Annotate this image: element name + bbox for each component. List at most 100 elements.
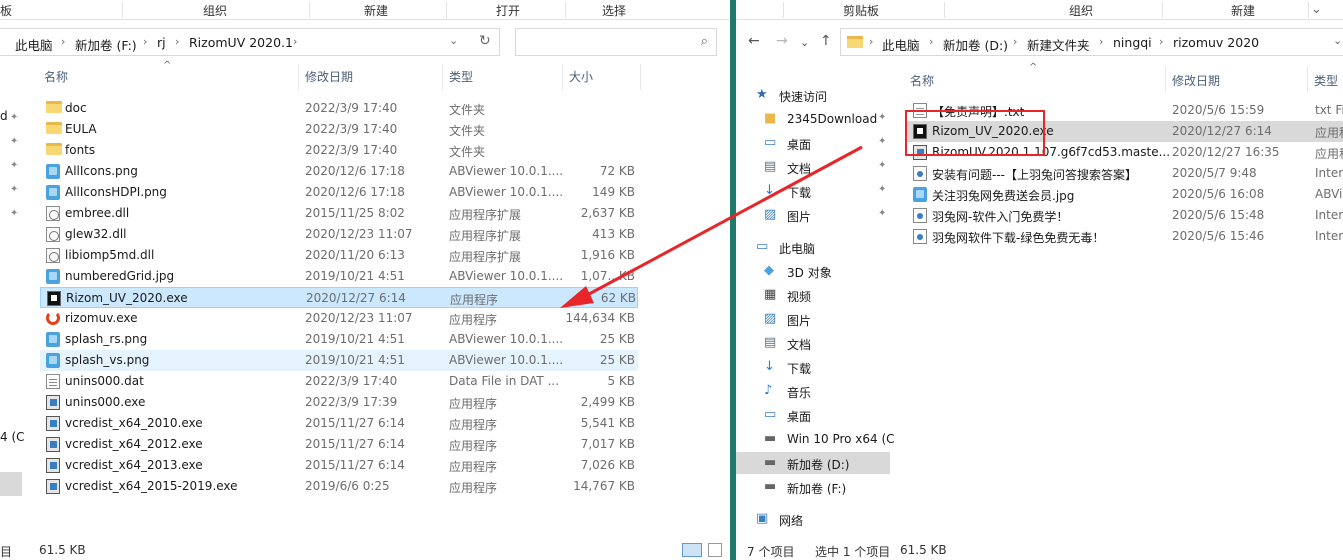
nav-item-label: 下载: [787, 362, 812, 376]
address-bar[interactable]: › 此电脑 › 新加卷 (D:) › 新建文件夹 › ningqi › rizo…: [840, 28, 1343, 56]
file-row[interactable]: doc 2022/3/9 17:40 文件夹: [40, 98, 638, 119]
column-header-name[interactable]: 名称: [910, 72, 934, 89]
nav-item[interactable]: ▦ 视频: [736, 284, 890, 306]
recent-locations-chevron-icon[interactable]: ⌄: [800, 36, 809, 49]
file-row[interactable]: splash_rs.png 2019/10/21 4:51 ABViewer 10.…: [40, 329, 638, 350]
nav-item-label[interactable]: 4 (C: [0, 430, 25, 444]
file-row[interactable]: fonts 2022/3/9 17:40 文件夹: [40, 140, 638, 161]
search-icon: ⌕: [700, 34, 708, 49]
up-arrow-icon[interactable]: ↑: [820, 33, 832, 49]
file-date: 2020/12/23 11:07: [305, 311, 413, 325]
nav-item[interactable]: ▤ 文档: [736, 332, 890, 354]
file-date: 2022/3/9 17:40: [305, 101, 398, 115]
refresh-icon[interactable]: ↻: [479, 33, 491, 49]
nav-item[interactable]: ▭ 桌面 ✦: [736, 132, 890, 154]
breadcrumb-item[interactable]: 新建文件夹: [1027, 35, 1090, 54]
png-file-icon: [46, 164, 60, 179]
file-type: 应用程序: [449, 460, 498, 474]
nav-item[interactable]: ■ 2345Download ✦: [736, 108, 890, 130]
column-header-type[interactable]: 类型: [449, 68, 473, 85]
nav-item[interactable]: ♪ 音乐: [736, 380, 890, 402]
breadcrumb-item[interactable]: ningqi: [1113, 35, 1152, 50]
search-input[interactable]: ⌕: [515, 28, 717, 56]
doc-icon: ▤: [764, 335, 777, 350]
ribbon-group[interactable]: 板: [0, 2, 12, 19]
breadcrumb-item[interactable]: rizomuv 2020: [1173, 35, 1259, 50]
file-date: 2020/5/6 16:08: [1172, 187, 1265, 201]
file-row[interactable]: libiomp5md.dll 2020/11/20 6:13 应用程序扩展 1,916…: [40, 245, 638, 266]
file-row[interactable]: vcredist_x64_2015-2019.exe 2019/6/6 0:25 应…: [40, 476, 638, 497]
file-row[interactable]: 安装有问题---【上羽兔问答搜索答案】 2020/5/7 9:48 Intern: [906, 163, 1343, 184]
back-arrow-icon[interactable]: ←: [748, 33, 760, 49]
column-header-date[interactable]: 修改日期: [1172, 72, 1220, 89]
ribbon-expand-icon[interactable]: ⌄: [1311, 2, 1322, 17]
nav-item[interactable]: ◆ 3D 对象: [736, 260, 890, 282]
ribbon-group[interactable]: 组织: [1069, 2, 1093, 19]
file-row[interactable]: vcredist_x64_2013.exe 2015/11/27 6:14 应用程序…: [40, 455, 638, 476]
file-row[interactable]: 关注羽兔网免费送会员.jpg 2020/5/6 16:08 ABVi: [906, 184, 1343, 205]
ribbon-group[interactable]: 剪贴板: [843, 2, 879, 19]
nav-item[interactable]: ▤ 文档 ✦: [736, 156, 890, 178]
chevron-down-icon[interactable]: ⌄: [1333, 34, 1342, 47]
nav-item[interactable]: ▭ 桌面: [736, 404, 890, 426]
nav-item[interactable]: ↓ 下载 ✦: [736, 180, 890, 202]
column-header-name[interactable]: 名称: [44, 68, 68, 85]
breadcrumb-item[interactable]: 新加卷 (D:): [943, 35, 1008, 54]
file-name: 关注羽兔网免费送会员.jpg: [932, 189, 1075, 203]
sort-up-icon: ^: [1029, 62, 1038, 73]
dll-file-icon: [46, 248, 60, 263]
folder-file-icon: [46, 122, 62, 134]
file-row[interactable]: Rizom_UV_2020.exe 2020/12/27 6:14 应用程序 62 K…: [40, 287, 638, 308]
chevron-down-icon[interactable]: ⌄: [449, 34, 458, 47]
nav-item[interactable]: ★ 快速访问: [736, 84, 890, 106]
nav-item-label: 桌面: [787, 410, 812, 424]
breadcrumb-item[interactable]: 新加卷 (F:): [75, 35, 137, 54]
file-row[interactable]: EULA 2022/3/9 17:40 文件夹: [40, 119, 638, 140]
forward-arrow-icon[interactable]: →: [776, 33, 788, 49]
column-header-type[interactable]: 类型: [1314, 72, 1338, 89]
file-row[interactable]: embree.dll 2015/11/25 8:02 应用程序扩展 2,637 KB: [40, 203, 638, 224]
file-row[interactable]: vcredist_x64_2010.exe 2015/11/27 6:14 应用程序…: [40, 413, 638, 434]
file-row[interactable]: splash_vs.png 2019/10/21 4:51 ABViewer 10.…: [40, 350, 638, 371]
file-row[interactable]: unins000.dat 2022/3/9 17:40 Data File in D…: [40, 371, 638, 392]
nav-item-selected[interactable]: [0, 472, 22, 496]
nav-item[interactable]: ▨ 图片: [736, 308, 890, 330]
nav-item[interactable]: ▨ 图片 ✦: [736, 204, 890, 226]
breadcrumb-item[interactable]: 此电脑: [882, 35, 920, 54]
breadcrumb-item[interactable]: 此电脑: [15, 35, 53, 54]
large-icons-view-icon[interactable]: [708, 543, 722, 557]
nav-item[interactable]: ▭ 此电脑: [736, 236, 890, 258]
nav-item[interactable]: ▬ Win 10 Pro x64 (C: [736, 428, 895, 450]
file-row[interactable]: AllIconsHDPI.png 2020/12/6 17:18 ABViewer …: [40, 182, 638, 203]
details-view-icon[interactable]: [682, 543, 702, 557]
column-header-date[interactable]: 修改日期: [305, 68, 353, 85]
file-row[interactable]: 羽兔网软件下载-绿色免费无毒！ 2020/5/6 15:46 Intern: [906, 226, 1343, 247]
ribbon-group[interactable]: 新建: [364, 2, 388, 19]
nav-item[interactable]: ▣ 网络: [736, 508, 890, 530]
ribbon-group[interactable]: 打开: [496, 2, 520, 19]
file-row[interactable]: rizomuv.exe 2020/12/23 11:07 应用程序 144,634 K…: [40, 308, 638, 329]
nav-item[interactable]: ▬ 新加卷 (D:): [736, 452, 890, 474]
file-type: 应用程序: [449, 439, 498, 453]
right-ribbon: 剪贴板 组织 新建 ⌄: [736, 0, 1343, 20]
nav-item[interactable]: ↓ 下载: [736, 356, 890, 378]
file-name: 羽兔网软件下载-绿色免费无毒！: [932, 231, 1105, 245]
file-row[interactable]: vcredist_x64_2012.exe 2015/11/27 6:14 应用程序…: [40, 434, 638, 455]
file-name: 羽兔网-软件入门免费学！: [932, 210, 1069, 224]
file-date: 2020/5/6 15:59: [1172, 103, 1265, 117]
breadcrumb-item[interactable]: RizomUV 2020.1: [189, 35, 293, 50]
breadcrumb-item[interactable]: rj: [157, 35, 166, 50]
column-header-size[interactable]: 大小: [569, 68, 593, 85]
file-row[interactable]: numberedGrid.jpg 2019/10/21 4:51 ABViewer …: [40, 266, 638, 287]
file-row[interactable]: 羽兔网-软件入门免费学！ 2020/5/6 15:48 Intern: [906, 205, 1343, 226]
nav-item-label[interactable]: d: [0, 109, 8, 123]
ribbon-group[interactable]: 新建: [1231, 2, 1255, 19]
file-row[interactable]: unins000.exe 2022/3/9 17:39 应用程序 2,499 KB: [40, 392, 638, 413]
address-bar[interactable]: 此电脑 › 新加卷 (F:) › rj › RizomUV 2020.1 › ⌄…: [0, 28, 500, 56]
chevron-right-icon: ›: [61, 35, 66, 48]
file-row[interactable]: AllIcons.png 2020/12/6 17:18 ABViewer 10.0…: [40, 161, 638, 182]
ribbon-group[interactable]: 组织: [203, 2, 227, 19]
nav-item[interactable]: ▬ 新加卷 (F:): [736, 476, 890, 498]
file-row[interactable]: glew32.dll 2020/12/23 11:07 应用程序扩展 413 KB: [40, 224, 638, 245]
ribbon-group[interactable]: 选择: [602, 2, 626, 19]
